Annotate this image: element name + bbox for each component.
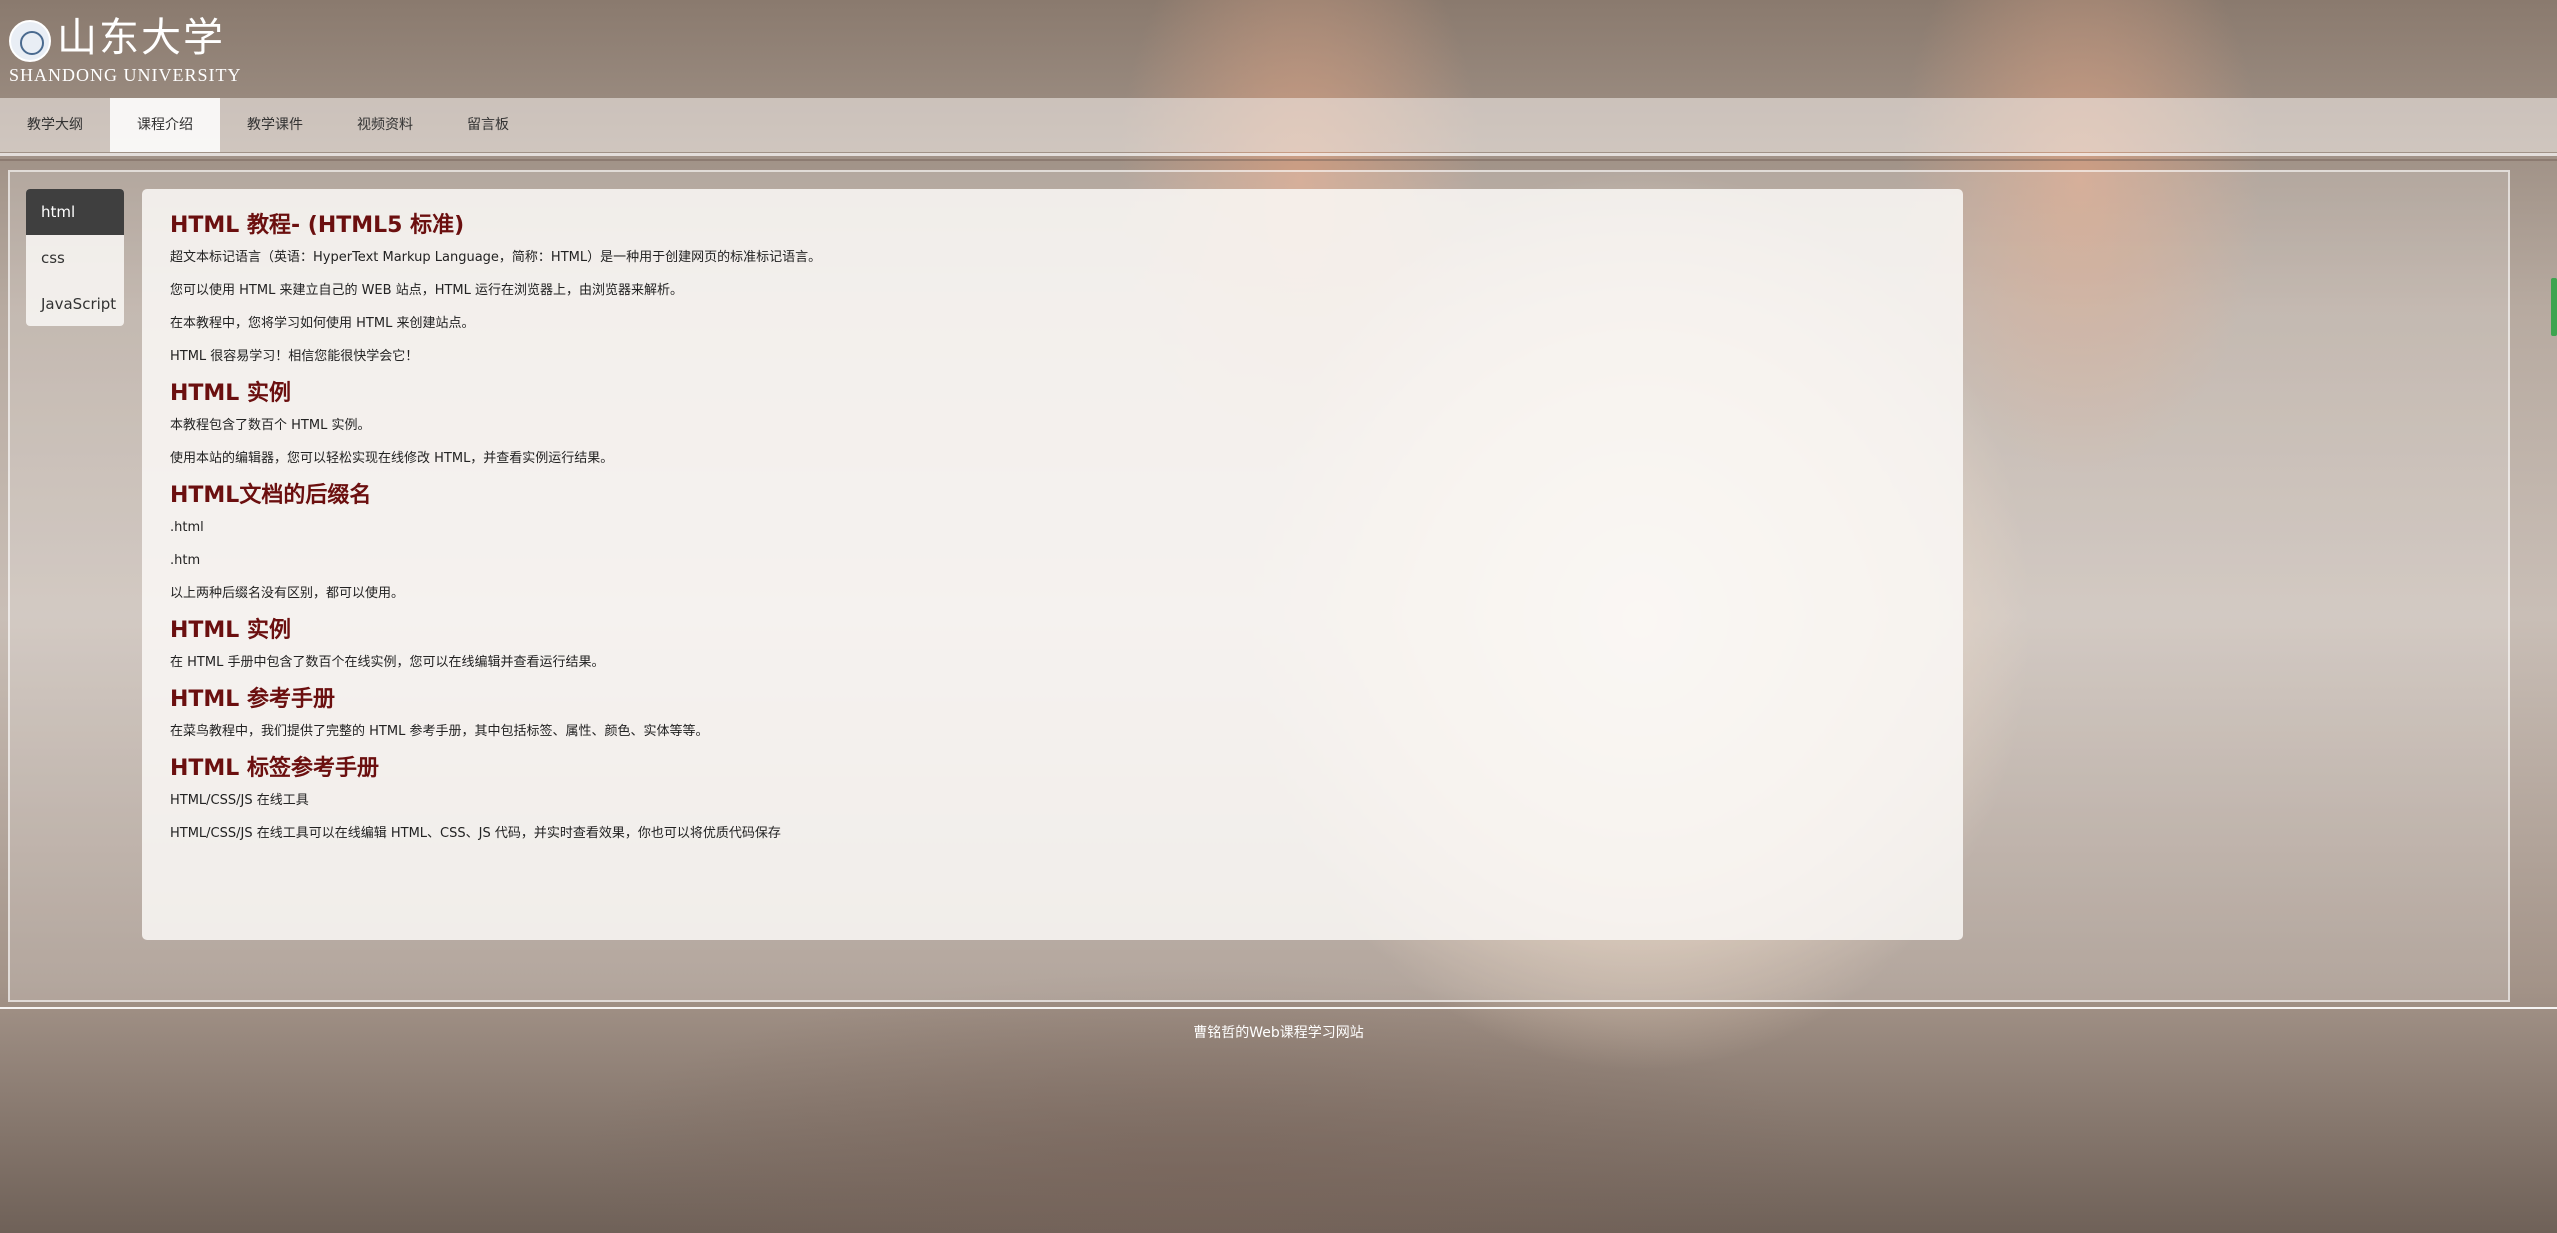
nav-item-course-intro[interactable]: 课程介绍 bbox=[110, 98, 220, 152]
logo-chinese-name: 山东大学 bbox=[57, 15, 225, 61]
nav-item-videos[interactable]: 视频资料 bbox=[330, 98, 440, 152]
section-heading: HTML 实例 bbox=[170, 381, 291, 406]
article-content: HTML 教程- (HTML5 标准) 超文本标记语言（英语：HyperText… bbox=[142, 189, 1963, 940]
sidebar-menu: html css JavaScript bbox=[26, 189, 124, 326]
paragraph: 以上两种后缀名没有区别，都可以使用。 bbox=[170, 586, 405, 601]
section-heading: HTML 标签参考手册 bbox=[170, 756, 379, 781]
sidebar-item-javascript[interactable]: JavaScript bbox=[26, 281, 124, 326]
nav-divider-shadow bbox=[0, 159, 2557, 161]
sidebar-item-html[interactable]: html bbox=[26, 189, 124, 235]
scroll-indicator[interactable] bbox=[2551, 278, 2557, 336]
university-emblem-icon bbox=[9, 20, 51, 62]
section-tag-reference: HTML 标签参考手册 HTML/CSS/JS 在线工具 HTML/CSS/JS… bbox=[170, 754, 1935, 850]
section-heading: HTML 实例 bbox=[170, 618, 291, 643]
section-intro: HTML 教程- (HTML5 标准) 超文本标记语言（英语：HyperText… bbox=[170, 211, 1935, 373]
sidebar-item-css[interactable]: css bbox=[26, 235, 124, 281]
paragraph: HTML 很容易学习！相信您能很快学会它！ bbox=[170, 349, 419, 364]
footer-text: 曹铭哲的Web课程学习网站 bbox=[1193, 1025, 1364, 1041]
paragraph: 使用本站的编辑器，您可以轻松实现在线修改 HTML，并查看实例运行结果。 bbox=[170, 451, 614, 466]
paragraph: HTML/CSS/JS 在线工具 bbox=[170, 793, 309, 808]
section-heading: HTML 参考手册 bbox=[170, 687, 335, 712]
section-reference: HTML 参考手册 在菜鸟教程中，我们提供了完整的 HTML 参考手册，其中包括… bbox=[170, 685, 1935, 748]
section-heading: HTML 教程- (HTML5 标准) bbox=[170, 213, 465, 238]
nav-item-message-board[interactable]: 留言板 bbox=[440, 98, 536, 152]
section-extensions: HTML文档的后缀名 .html .htm 以上两种后缀名没有区别，都可以使用。 bbox=[170, 481, 1935, 610]
paragraph: 在本教程中，您将学习如何使用 HTML 来创建站点。 bbox=[170, 316, 475, 331]
nav-divider bbox=[0, 153, 2557, 156]
section-examples: HTML 实例 本教程包含了数百个 HTML 实例。 使用本站的编辑器，您可以轻… bbox=[170, 379, 1935, 475]
logo-english-name: SHANDONG UNIVERSITY bbox=[9, 65, 242, 85]
paragraph: 超文本标记语言（英语：HyperText Markup Language，简称：… bbox=[170, 250, 822, 265]
paragraph: .htm bbox=[170, 553, 201, 568]
paragraph: 本教程包含了数百个 HTML 实例。 bbox=[170, 418, 371, 433]
paragraph: HTML/CSS/JS 在线工具可以在线编辑 HTML、CSS、JS 代码，并实… bbox=[170, 826, 781, 841]
nav-item-syllabus[interactable]: 教学大纲 bbox=[0, 98, 110, 152]
paragraph: .html bbox=[170, 520, 204, 535]
paragraph: 在菜鸟教程中，我们提供了完整的 HTML 参考手册，其中包括标签、属性、颜色、实… bbox=[170, 724, 709, 739]
section-heading: HTML文档的后缀名 bbox=[170, 483, 372, 508]
paragraph: 在 HTML 手册中包含了数百个在线实例，您可以在线编辑并查看运行结果。 bbox=[170, 655, 605, 670]
top-nav: 教学大纲 课程介绍 教学课件 视频资料 留言板 bbox=[0, 98, 2557, 152]
section-online-examples: HTML 实例 在 HTML 手册中包含了数百个在线实例，您可以在线编辑并查看运… bbox=[170, 616, 1935, 679]
footer-divider bbox=[0, 1007, 2557, 1009]
paragraph: 您可以使用 HTML 来建立自己的 WEB 站点，HTML 运行在浏览器上，由浏… bbox=[170, 283, 683, 298]
site-header: 山东大学 SHANDONG UNIVERSITY bbox=[0, 0, 2557, 98]
nav-item-courseware[interactable]: 教学课件 bbox=[220, 98, 330, 152]
